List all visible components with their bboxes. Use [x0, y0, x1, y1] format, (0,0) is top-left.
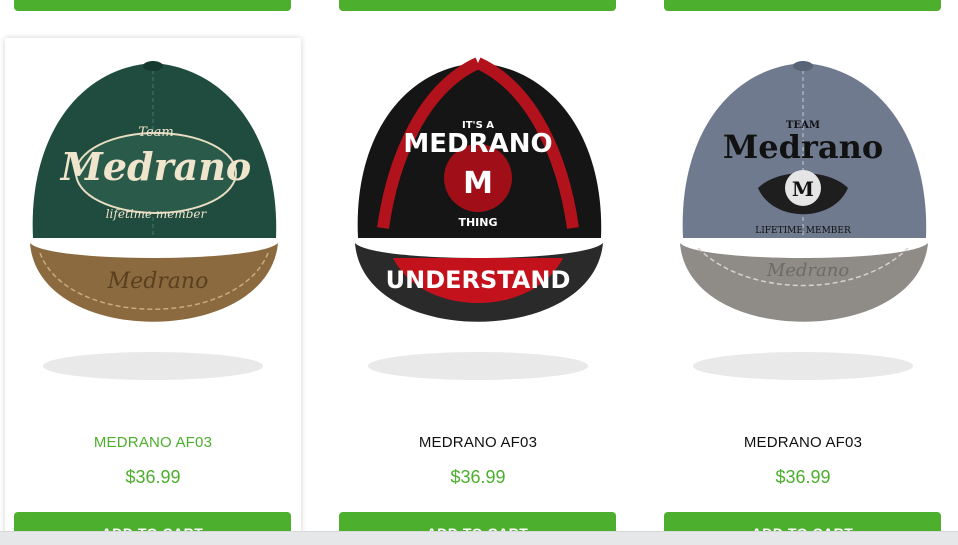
cap-grey-denim-image: TEAM Medrano M LIFETIME MEMBER Medrano	[680, 61, 928, 380]
product-image[interactable]: TEAM Medrano M LIFETIME MEMBER Medrano	[655, 38, 951, 418]
product-image[interactable]: IT'S A MEDRANO M THING YOU WOULDN'T UNDE…	[330, 38, 626, 418]
cap3-visor-text: Medrano	[766, 260, 850, 281]
cap2-name-text: MEDRANO	[403, 129, 552, 159]
prev-row-add-to-cart-button[interactable]	[664, 0, 941, 11]
product-price: $36.99	[125, 467, 181, 487]
cap1-sub-text: lifetime member	[106, 207, 208, 221]
product-image[interactable]: Team Medrano lifetime member Medrano	[5, 38, 301, 418]
product-grid: Team Medrano lifetime member Medrano MED…	[0, 0, 958, 545]
product-card[interactable]: IT'S A MEDRANO M THING YOU WOULDN'T UNDE…	[330, 38, 626, 545]
cap-green-brown-image: Team Medrano lifetime member Medrano	[30, 61, 278, 380]
prev-row-add-to-cart-button[interactable]	[14, 0, 291, 11]
cap2-thing-text: THING	[458, 216, 497, 229]
cap3-sub-text: LIFETIME MEMBER	[755, 226, 851, 236]
cap1-name-text: Medrano	[59, 144, 251, 189]
prev-row-add-to-cart-button[interactable]	[339, 0, 616, 11]
product-title[interactable]: MEDRANO AF03	[5, 434, 301, 451]
cap2-sub-text: YOU WOULDN'T	[424, 245, 531, 259]
horizontal-scrollbar[interactable]	[0, 531, 958, 545]
cap1-top-text: Team	[138, 125, 173, 140]
cap2-bottom-text: UNDERSTAND	[386, 266, 571, 294]
cap1-visor-text: Medrano	[107, 269, 209, 294]
product-title[interactable]: MEDRANO AF03	[655, 434, 951, 451]
cap3-name-text: Medrano	[723, 128, 883, 166]
product-price: $36.99	[775, 467, 831, 487]
cap-black-red-image: IT'S A MEDRANO M THING YOU WOULDN'T UNDE…	[355, 57, 603, 380]
product-card[interactable]: TEAM Medrano M LIFETIME MEMBER Medrano M…	[655, 38, 951, 545]
cap2-letter-text: M	[463, 166, 493, 201]
product-price: $36.99	[450, 467, 506, 487]
product-title[interactable]: MEDRANO AF03	[330, 434, 626, 451]
cap3-letter-text: M	[792, 177, 814, 201]
product-card[interactable]: Team Medrano lifetime member Medrano MED…	[5, 38, 301, 545]
